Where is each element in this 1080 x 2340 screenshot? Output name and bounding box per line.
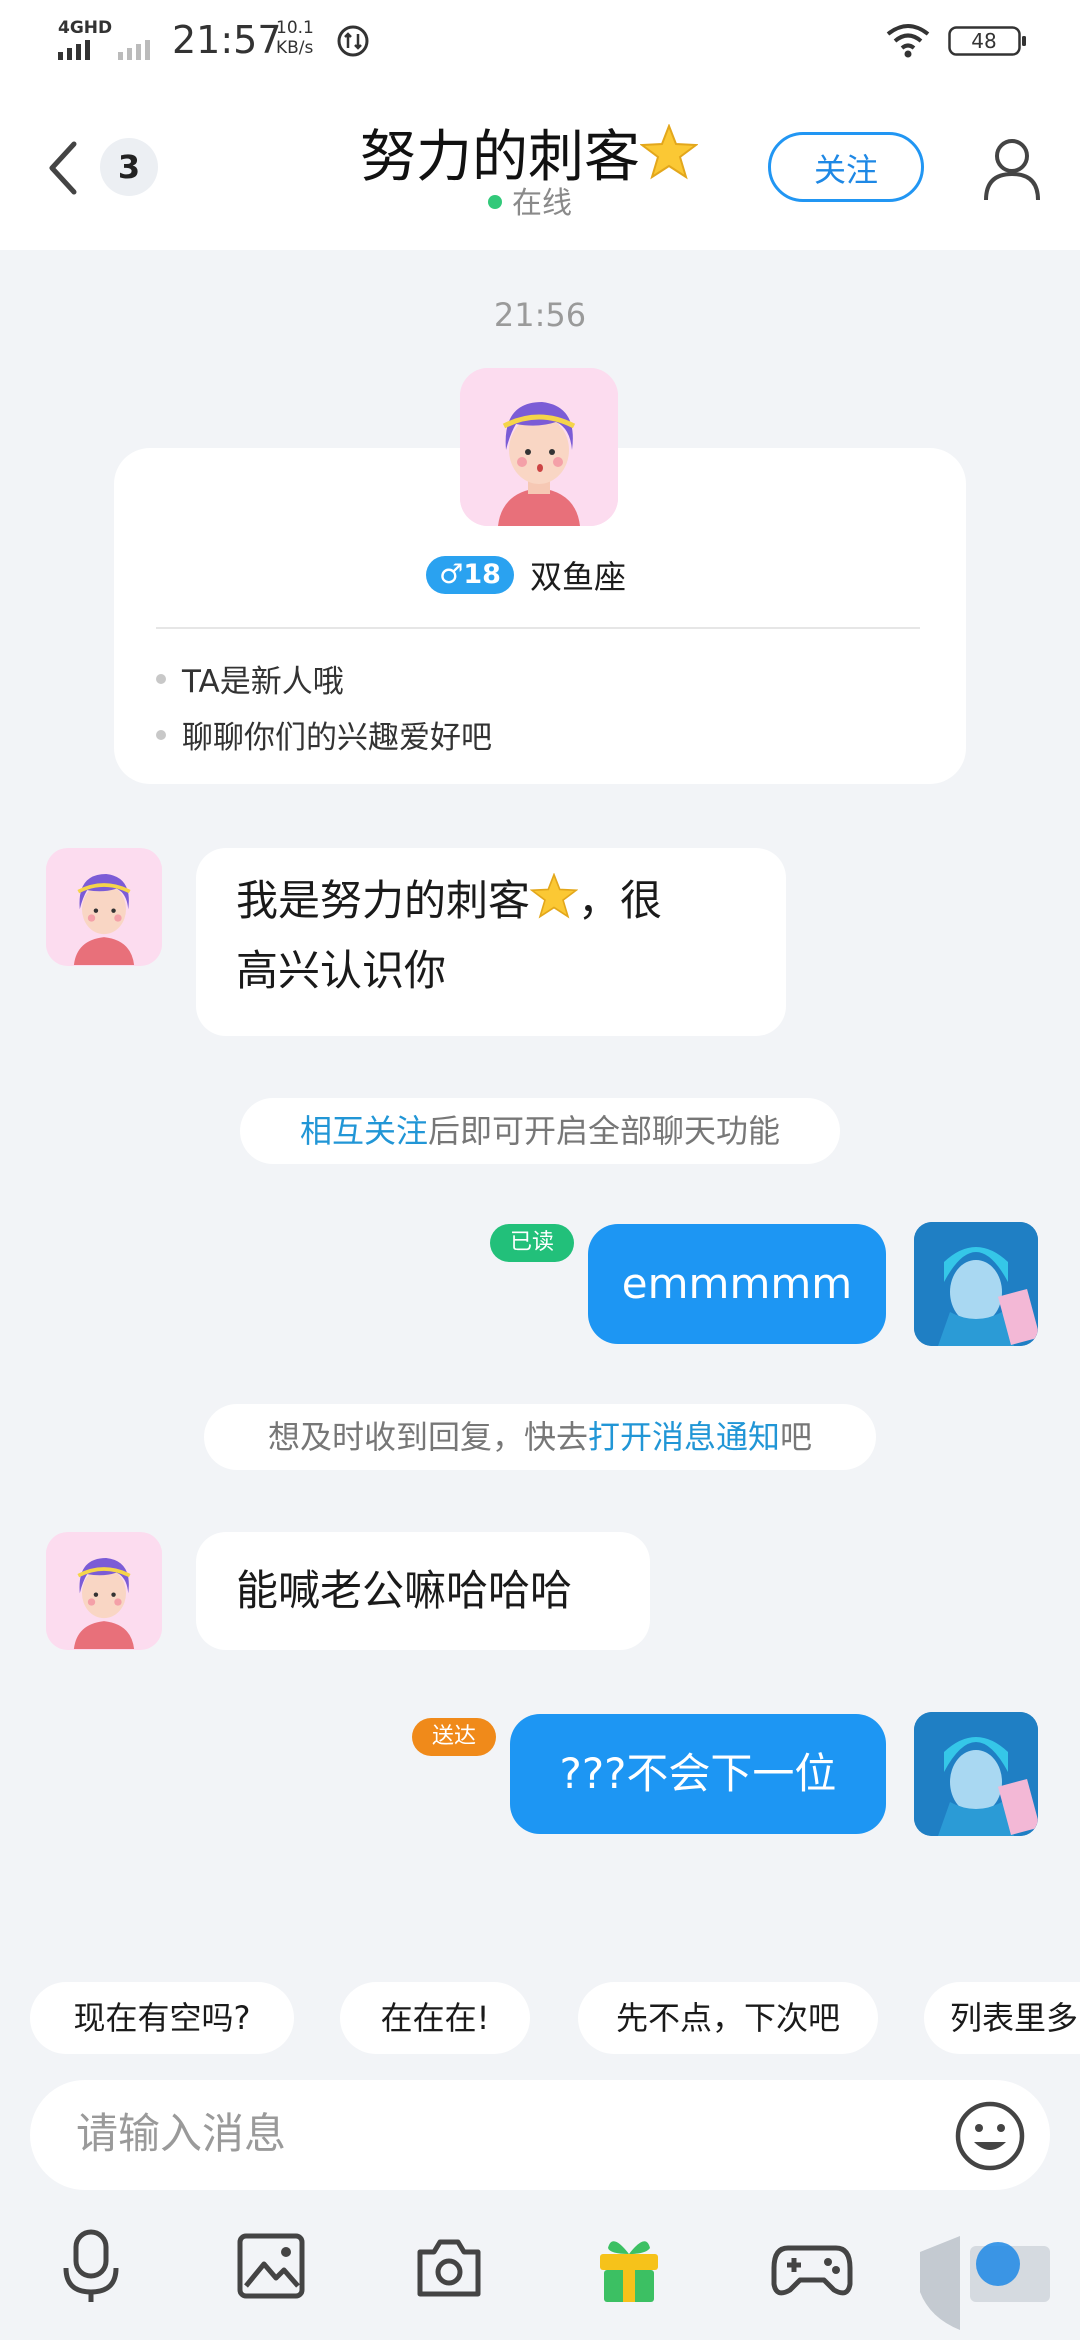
message-bubble-outgoing[interactable]: ???不会下一位 (510, 1714, 886, 1834)
zodiac-label: 双鱼座 (530, 558, 627, 596)
signal-icon (58, 40, 150, 60)
back-arrow-icon[interactable] (44, 140, 84, 196)
follow-button[interactable]: 关注 (768, 132, 924, 202)
image-icon[interactable] (236, 2228, 306, 2304)
camera-icon[interactable] (414, 2228, 484, 2304)
message-text: 我是努力的刺客 (236, 876, 531, 925)
message-text: 高兴认识你 (236, 946, 447, 995)
network-type: 4GHD (58, 18, 113, 38)
microphone-icon[interactable] (56, 2228, 126, 2304)
system-note: 相互关注后即可开启全部聊天功能 (240, 1098, 840, 1164)
contact-avatar[interactable] (46, 1532, 162, 1650)
wifi-icon (886, 24, 930, 58)
quick-reply[interactable]: 先不点，下次吧 (578, 1982, 878, 2054)
message-bubble-incoming[interactable]: 我是努力的刺客 ，很 高兴认识你 (196, 848, 786, 1036)
card-divider (156, 627, 920, 629)
online-dot (488, 195, 502, 209)
emoji-icon[interactable] (954, 2100, 1026, 2172)
quick-reply[interactable]: 现在有空吗? (30, 1982, 294, 2054)
message-bubble-outgoing[interactable]: emmmmm (588, 1224, 886, 1344)
game-icon[interactable] (770, 2228, 854, 2304)
gender-age-badge: ♂18 (426, 556, 514, 594)
online-status-text: 在线 (512, 186, 572, 221)
quick-reply[interactable]: 在在在! (340, 1982, 530, 2054)
bullet-dot (156, 730, 166, 740)
online-status: 在线 (488, 178, 572, 222)
clock: 21:57 (172, 18, 282, 62)
system-note-text: 想及时收到回复，快去 (267, 1418, 588, 1456)
system-note: 想及时收到回复，快去打开消息通知吧 (204, 1404, 876, 1470)
quick-reply[interactable]: 列表里多 (924, 1982, 1080, 2054)
contact-avatar[interactable] (46, 848, 162, 966)
gift-icon[interactable] (594, 2228, 664, 2304)
profile-tip-text: 聊聊你们的兴趣爱好吧 (182, 720, 492, 756)
enable-notifications-link[interactable]: 打开消息通知 (588, 1418, 780, 1456)
profile-tip: 聊聊你们的兴趣爱好吧 (156, 712, 492, 757)
time-separator: 21:56 (493, 296, 587, 334)
black-cat-logo (920, 2236, 1050, 2330)
sent-status-badge: 送达 (412, 1718, 496, 1756)
bullet-dot (156, 674, 166, 684)
profile-icon[interactable] (982, 136, 1042, 202)
my-avatar[interactable] (914, 1712, 1038, 1836)
star-icon (530, 873, 579, 919)
unread-count-badge[interactable]: 3 (100, 138, 158, 196)
message-bubble-incoming[interactable]: 能喊老公嘛哈哈哈 (196, 1532, 650, 1650)
input-placeholder: 请输入消息 (76, 2109, 287, 2158)
chat-title: 努力的刺客 (360, 112, 720, 190)
profile-tip-text: TA是新人哦 (182, 664, 344, 700)
sync-icon (337, 25, 369, 57)
system-note-text: 后即可开启全部聊天功能 (428, 1112, 781, 1150)
net-speed-unit: KB/s (276, 38, 314, 58)
read-status-badge: 已读 (490, 1224, 574, 1262)
mutual-follow-link[interactable]: 相互关注 (300, 1112, 428, 1150)
my-avatar[interactable] (914, 1222, 1038, 1346)
message-line: 我是努力的刺客 ，很 (236, 866, 746, 936)
system-note-text: 吧 (780, 1418, 813, 1456)
battery-level: 48 (971, 29, 997, 53)
message-text: ，很 (578, 876, 663, 925)
card-avatar[interactable] (460, 368, 618, 526)
net-speed-value: 10.1 (276, 18, 314, 38)
net-speed: 10.1 KB/s (276, 18, 314, 58)
star-icon (640, 124, 698, 180)
profile-tip: TA是新人哦 (156, 656, 344, 701)
battery-icon: 48 (948, 26, 1028, 56)
